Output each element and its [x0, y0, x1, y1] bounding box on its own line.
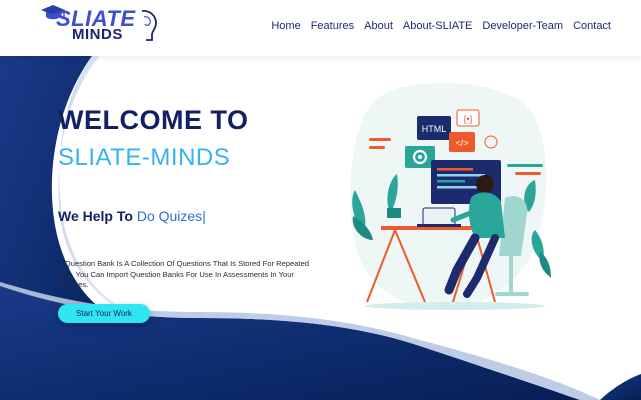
start-your-work-button[interactable]: Start Your Work	[58, 304, 150, 323]
brace-icon: {•}	[463, 114, 472, 124]
nav-home[interactable]: Home	[271, 20, 300, 32]
site-header: SLIATE MINDS Home Features About About-S…	[0, 0, 641, 56]
hero-description: A Question Bank Is A Collection Of Quest…	[58, 259, 310, 289]
html-card-label: HTML	[422, 124, 447, 134]
nav-about[interactable]: About	[364, 20, 393, 32]
typing-cursor: |	[202, 208, 206, 224]
developer-illustration: HTML {•} </>	[350, 82, 551, 310]
tagline-typed-text: Do Quizes	[136, 208, 203, 224]
nav-features[interactable]: Features	[311, 20, 354, 32]
welcome-heading: WELCOME TO	[58, 105, 249, 135]
brand-heading: SLIATE-MINDS	[58, 144, 231, 171]
main-nav: Home Features About About-SLIATE Develop…	[271, 20, 611, 32]
tagline-prefix: We Help To	[58, 208, 137, 224]
brain-head-icon	[141, 10, 157, 41]
code-icon: </>	[455, 138, 468, 148]
brand-logo[interactable]: SLIATE MINDS	[36, 2, 160, 46]
nav-contact[interactable]: Contact	[573, 20, 611, 32]
hero-heading: WELCOME TO SLIATE-MINDS	[58, 104, 338, 172]
tagline: We Help To Do Quizes|	[58, 208, 206, 224]
nav-about-sliate[interactable]: About-SLIATE	[403, 20, 473, 32]
page: SLIATE MINDS Home Features About About-S…	[0, 0, 641, 400]
logo-line-2: MINDS	[72, 26, 123, 43]
nav-developer-team[interactable]: Developer-Team	[482, 20, 563, 32]
